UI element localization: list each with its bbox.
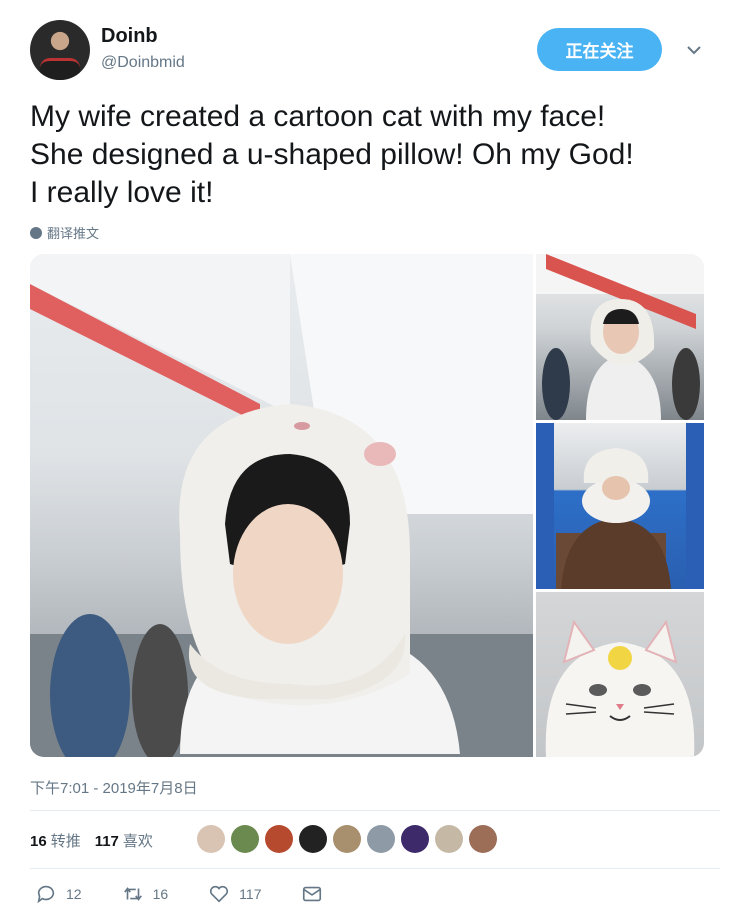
photo-main[interactable]	[30, 254, 533, 757]
retweet-stat[interactable]: 16 转推	[30, 830, 81, 851]
liker-avatar[interactable]	[401, 825, 429, 853]
heart-icon	[210, 885, 229, 903]
display-name[interactable]: Doinb	[101, 25, 158, 48]
avatar[interactable]	[30, 20, 90, 80]
reply-button[interactable]: 12	[35, 883, 82, 905]
chevron-down-icon[interactable]	[684, 40, 704, 60]
liker-avatar[interactable]	[367, 825, 395, 853]
tweet-timestamp[interactable]: 下午7:01 - 2019年7月8日	[30, 777, 198, 798]
like-button[interactable]: 117	[208, 883, 261, 905]
photo-thumbnail-3[interactable]	[536, 592, 704, 757]
photo-thumbnail-2[interactable]	[536, 423, 704, 589]
retweet-count: 16	[152, 886, 169, 902]
liker-avatar[interactable]	[299, 825, 327, 853]
reply-count: 12	[66, 886, 82, 902]
envelope-icon	[303, 886, 322, 902]
liker-avatars	[197, 825, 497, 853]
tweet-text: My wife created a cartoon cat with my fa…	[30, 100, 634, 209]
globe-icon	[30, 226, 42, 239]
retweet-icon	[123, 887, 142, 901]
translate-tweet-link[interactable]: 翻译推文	[30, 223, 99, 242]
photo-thumbnail-1[interactable]	[536, 254, 704, 420]
tweet-actions: 12 16 117	[35, 883, 363, 905]
user-handle[interactable]: @Doinbmid	[101, 54, 185, 72]
divider	[30, 868, 720, 869]
retweet-button[interactable]: 16	[122, 883, 169, 905]
direct-message-button[interactable]	[301, 883, 323, 905]
tweet-stats: 16 转推 117 喜欢	[30, 830, 153, 851]
liker-avatar[interactable]	[435, 825, 463, 853]
like-count: 117	[239, 886, 262, 902]
translate-label: 翻译推文	[47, 226, 100, 241]
media-grid	[30, 254, 704, 757]
liker-avatar[interactable]	[231, 825, 259, 853]
liker-avatar[interactable]	[197, 825, 225, 853]
liker-avatar[interactable]	[469, 825, 497, 853]
reply-icon	[37, 885, 55, 904]
divider	[30, 810, 720, 811]
liker-avatar[interactable]	[333, 825, 361, 853]
like-stat[interactable]: 117 喜欢	[95, 830, 153, 851]
following-button[interactable]: 正在关注	[537, 28, 662, 71]
liker-avatar[interactable]	[265, 825, 293, 853]
